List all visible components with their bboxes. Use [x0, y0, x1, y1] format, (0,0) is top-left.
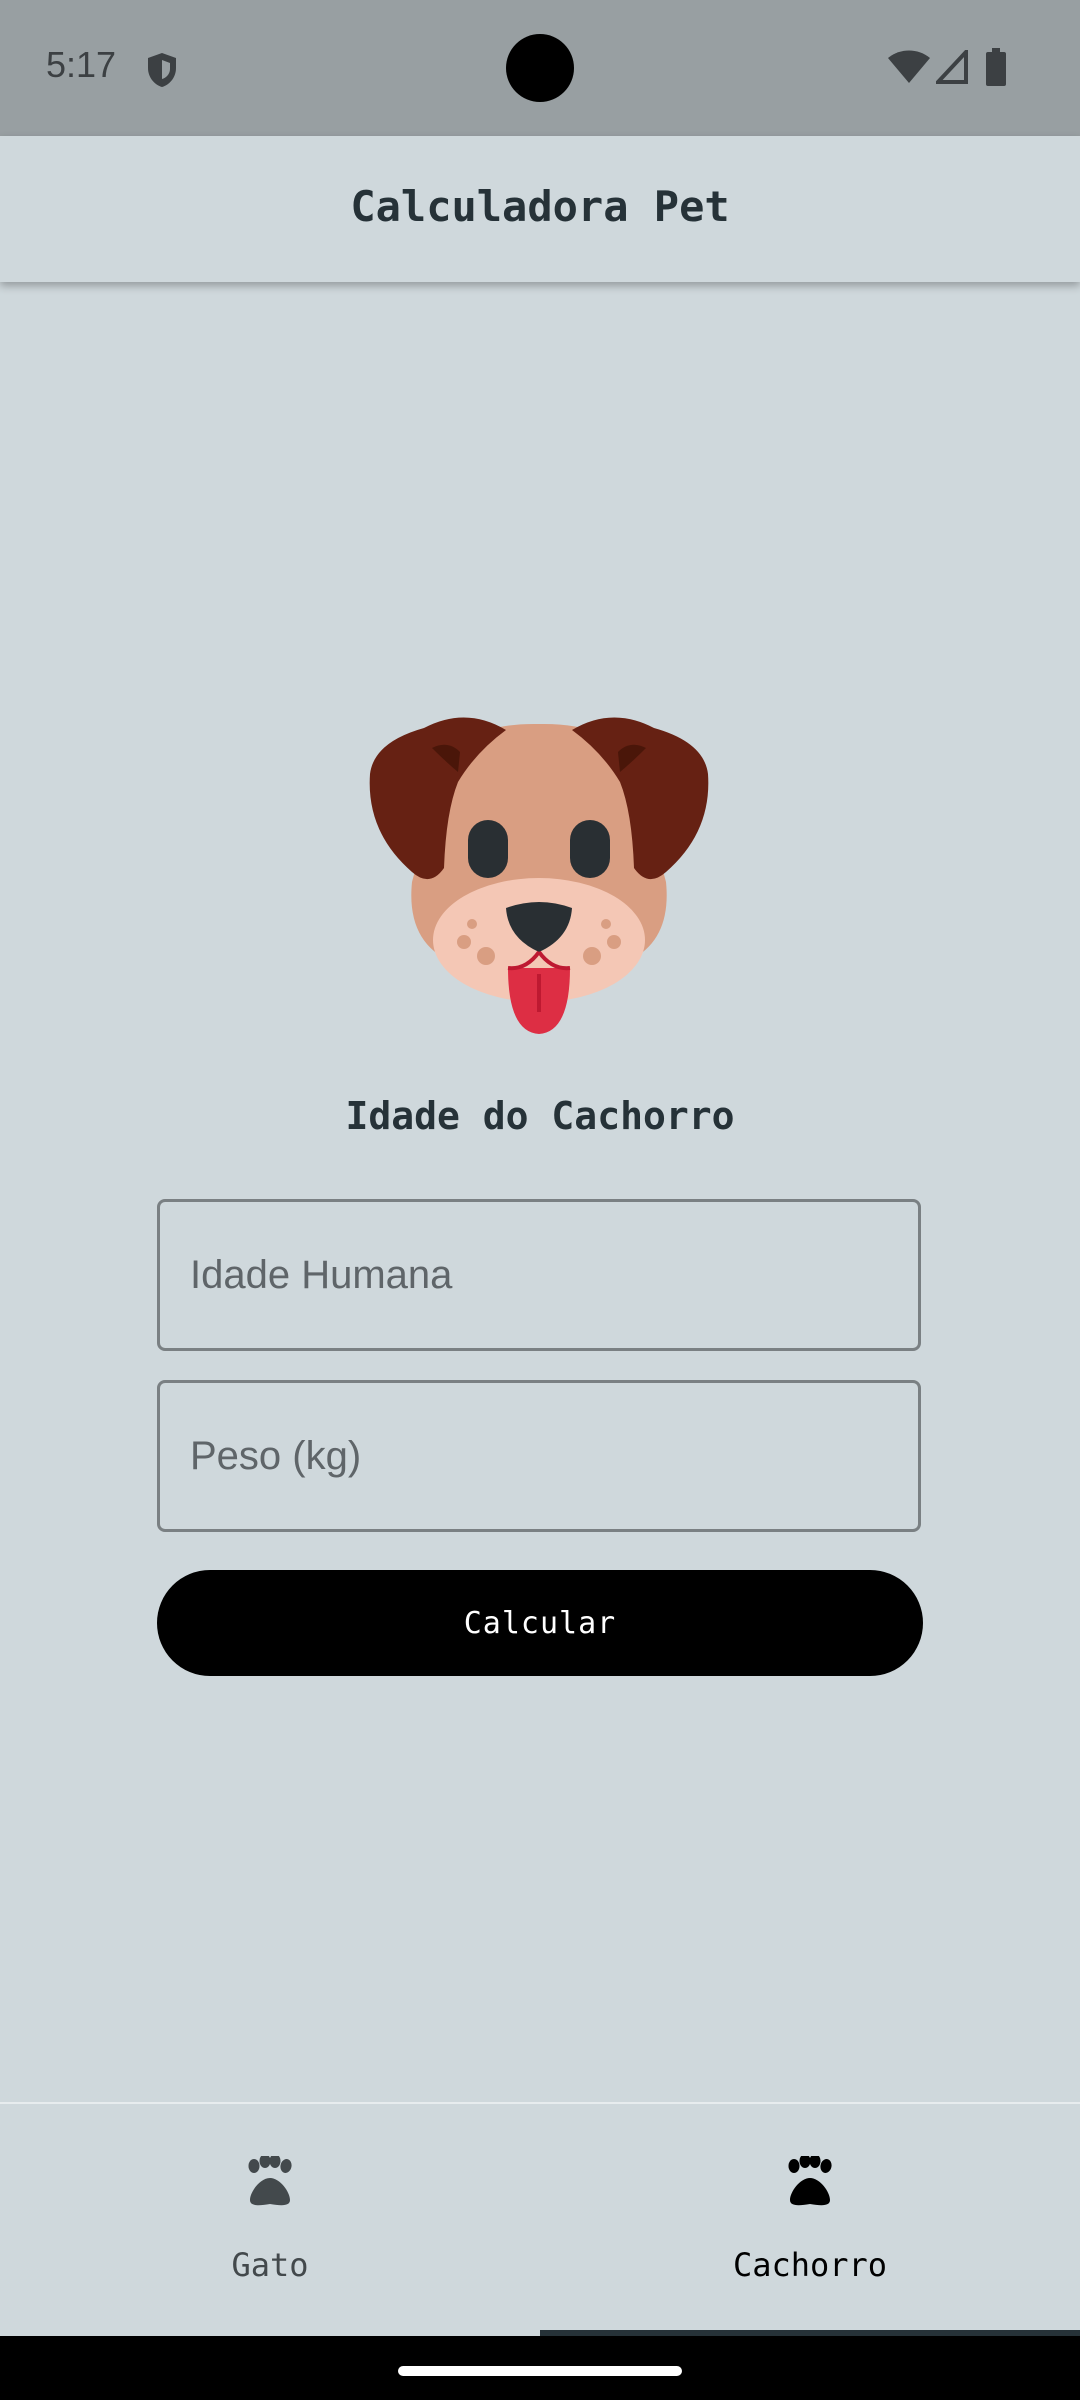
app-bar: Calculadora Pet: [0, 136, 1080, 282]
tab-cachorro[interactable]: Cachorro: [540, 2104, 1080, 2338]
app-title: Calculadora Pet: [350, 182, 730, 231]
content-area: [0, 282, 1080, 2102]
signal-icon: [936, 50, 968, 84]
weight-field[interactable]: [157, 1380, 921, 1532]
camera-cutout: [506, 34, 574, 102]
gesture-navigation-bar: [0, 2336, 1080, 2400]
tab-gato[interactable]: Gato: [0, 2104, 540, 2338]
home-gesture-handle[interactable]: [398, 2366, 682, 2376]
status-time: 5:17: [46, 44, 117, 85]
tab-gato-label: Gato: [231, 2246, 309, 2284]
section-title: Idade do Cachorro: [345, 1094, 735, 1138]
status-bar: 5:17: [0, 0, 1080, 136]
tab-cachorro-label: Cachorro: [732, 2246, 888, 2284]
human-age-field[interactable]: [157, 1199, 921, 1351]
shield-icon: [148, 53, 176, 87]
paw-icon: [788, 2156, 832, 2206]
dog-face-icon: [369, 717, 709, 1034]
calculate-button[interactable]: Calcular: [157, 1570, 923, 1676]
wifi-icon: [888, 50, 930, 83]
paw-icon: [248, 2156, 292, 2206]
bottom-navigation: Gato Cachorro: [0, 2102, 1080, 2338]
battery-icon: [986, 48, 1006, 86]
